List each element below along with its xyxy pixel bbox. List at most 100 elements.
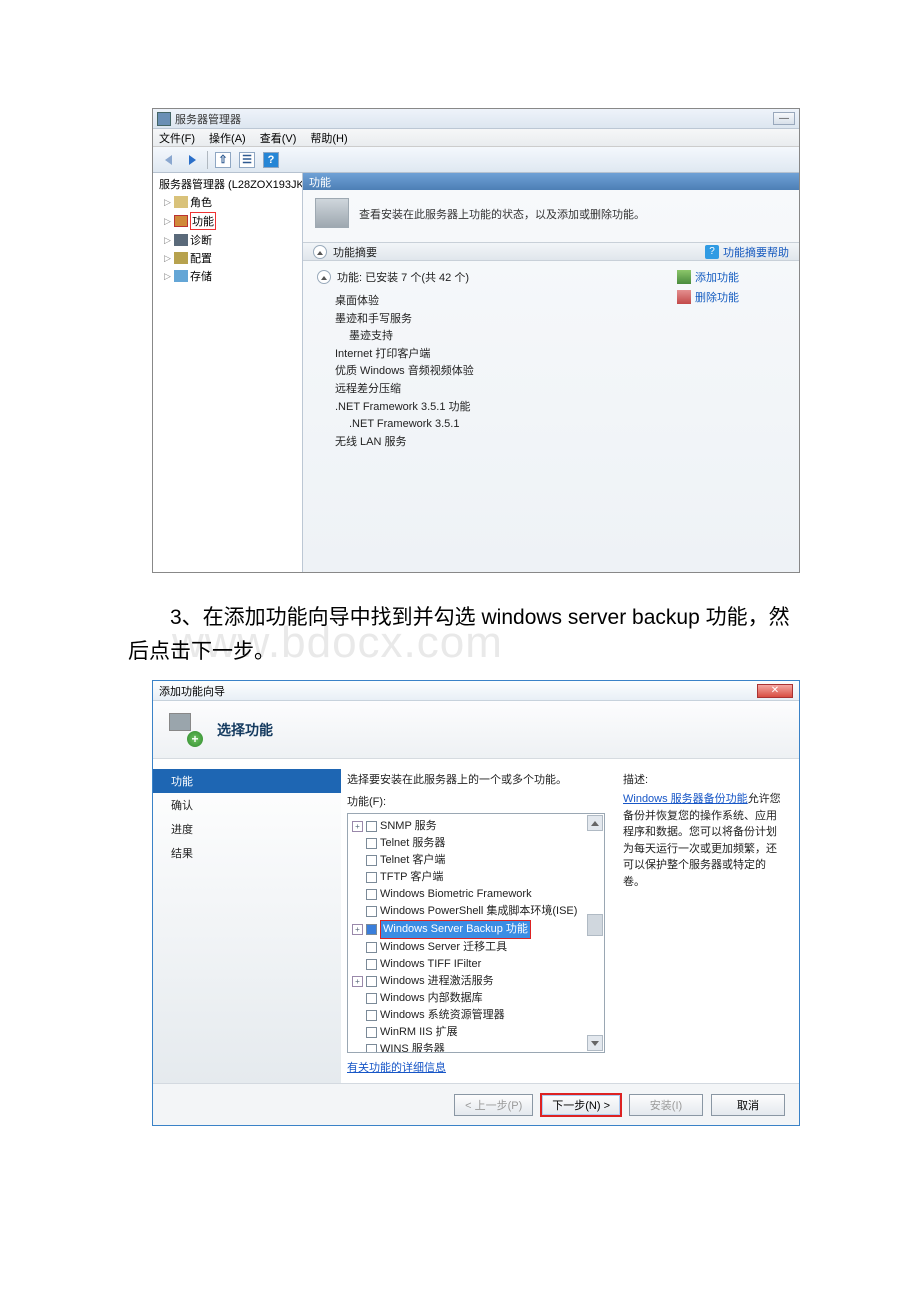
arrow-right-icon: [189, 155, 196, 165]
nav-back-button[interactable]: [157, 150, 179, 170]
collapse-icon[interactable]: [317, 270, 331, 284]
description-link[interactable]: Windows 服务器备份功能: [623, 793, 748, 805]
feature-label: Windows 系统资源管理器: [380, 1007, 505, 1024]
description-body: 允许您备份并恢复您的操作系统、应用程序和数据。您可以将备份计划为每天运行一次或更…: [623, 793, 781, 888]
wizard-step-results[interactable]: 结果: [153, 841, 341, 865]
server-manager-window: 服务器管理器 — 文件(F) 操作(A) 查看(V) 帮助(H) ⇧ ☰ ? 服…: [152, 108, 800, 573]
feature-label: Windows PowerShell 集成脚本环境(ISE): [380, 903, 577, 920]
properties-icon: ☰: [239, 152, 255, 168]
checkbox[interactable]: [366, 838, 377, 849]
feature-row-telnet-client[interactable]: Telnet 客户端: [350, 852, 602, 869]
menu-file[interactable]: 文件(F): [159, 130, 195, 146]
wizard-steps-sidebar: 功能 确认 进度 结果: [153, 759, 341, 1083]
remove-icon: [677, 290, 691, 304]
expand-icon[interactable]: ▷: [163, 197, 172, 208]
wizard-step-confirm[interactable]: 确认: [153, 793, 341, 817]
feature-row-telnet-server[interactable]: Telnet 服务器: [350, 835, 602, 852]
remove-feature-link[interactable]: 删除功能: [677, 289, 785, 305]
feature-item: Internet 打印客户端: [335, 346, 657, 364]
expand-icon[interactable]: ▷: [163, 235, 172, 246]
scroll-down-button[interactable]: [587, 1035, 603, 1051]
feature-label: Windows TIFF IFilter: [380, 956, 481, 973]
checkbox[interactable]: [366, 872, 377, 883]
feature-row-wsrm[interactable]: Windows 系统资源管理器: [350, 1007, 602, 1024]
tree-diagnostics[interactable]: ▷ 诊断: [155, 231, 300, 249]
window-titlebar[interactable]: 服务器管理器 —: [153, 109, 799, 129]
checkbox-checked[interactable]: [366, 924, 377, 935]
feature-label: Windows 进程激活服务: [380, 973, 494, 990]
checkbox[interactable]: [366, 855, 377, 866]
feature-label: Windows 内部数据库: [380, 990, 483, 1007]
feature-row-tiff[interactable]: Windows TIFF IFilter: [350, 956, 602, 973]
tree-storage[interactable]: ▷ 存储: [155, 267, 300, 285]
feature-row-winrm-iis[interactable]: WinRM IIS 扩展: [350, 1024, 602, 1041]
more-info-link[interactable]: 有关功能的详细信息: [347, 1059, 446, 1075]
checkbox[interactable]: [366, 1010, 377, 1021]
feature-row-tftp[interactable]: TFTP 客户端: [350, 869, 602, 886]
checkbox[interactable]: [366, 993, 377, 1004]
prev-button[interactable]: < 上一步(P): [454, 1094, 533, 1116]
summary-help-link[interactable]: ? 功能摘要帮助: [705, 244, 789, 260]
tree-configuration-label: 配置: [190, 250, 212, 266]
tree-features-label: 功能: [190, 212, 216, 230]
nav-forward-button[interactable]: [181, 150, 203, 170]
expand-icon[interactable]: +: [352, 924, 363, 935]
checkbox[interactable]: [366, 976, 377, 987]
scroll-thumb[interactable]: [587, 914, 603, 936]
close-button[interactable]: ✕: [757, 684, 793, 698]
expand-icon[interactable]: ▷: [163, 216, 172, 227]
wizard-step-progress[interactable]: 进度: [153, 817, 341, 841]
feature-row-server-backup[interactable]: +Windows Server Backup 功能: [350, 920, 602, 939]
menu-action[interactable]: 操作(A): [209, 130, 246, 146]
feature-row-wid[interactable]: Windows 内部数据库: [350, 990, 602, 1007]
expand-icon[interactable]: ▷: [163, 271, 172, 282]
features-tree[interactable]: +SNMP 服务 Telnet 服务器 Telnet 客户端 TFTP 客户端 …: [347, 813, 605, 1053]
tree-configuration[interactable]: ▷ 配置: [155, 249, 300, 267]
checkbox[interactable]: [366, 906, 377, 917]
feature-row-migration[interactable]: Windows Server 迁移工具: [350, 939, 602, 956]
toolbar-refresh-button[interactable]: ⇧: [212, 150, 234, 170]
add-icon: [677, 270, 691, 284]
content-header: 功能: [303, 173, 799, 190]
collapse-icon[interactable]: [313, 245, 327, 259]
summary-title: 功能摘要: [333, 244, 377, 260]
checkbox[interactable]: [366, 889, 377, 900]
wizard-title: 添加功能向导: [159, 683, 225, 699]
checkbox[interactable]: [366, 959, 377, 970]
checkbox[interactable]: [366, 1027, 377, 1038]
wizard-step-features[interactable]: 功能: [153, 769, 341, 793]
toolbar-separator: [207, 151, 208, 169]
feature-row-snmp[interactable]: +SNMP 服务: [350, 818, 602, 835]
installed-features-header: 功能: 已安装 7 个(共 42 个): [337, 269, 469, 285]
nav-tree[interactable]: 服务器管理器 (L28ZOX193JKXSTP ▷ 角色 ▷ 功能 ▷ 诊断 ▷…: [153, 173, 303, 572]
minimize-button[interactable]: —: [773, 112, 795, 125]
toolbar-properties-button[interactable]: ☰: [236, 150, 258, 170]
install-button[interactable]: 安装(I): [629, 1094, 703, 1116]
next-button[interactable]: 下一步(N) >: [541, 1094, 621, 1116]
menu-help[interactable]: 帮助(H): [310, 130, 347, 146]
feature-row-was[interactable]: + Windows 进程激活服务: [350, 973, 602, 990]
summary-bar[interactable]: 功能摘要 ? 功能摘要帮助: [303, 242, 799, 261]
feature-row-wins[interactable]: WINS 服务器: [350, 1041, 602, 1053]
scroll-up-button[interactable]: [587, 815, 603, 831]
feature-row-biometric[interactable]: Windows Biometric Framework: [350, 886, 602, 903]
tree-root[interactable]: 服务器管理器 (L28ZOX193JKXSTP: [155, 175, 300, 193]
expand-icon[interactable]: +: [352, 821, 363, 832]
expand-icon[interactable]: +: [352, 976, 363, 987]
expand-icon[interactable]: ▷: [163, 253, 172, 264]
window-controls: —: [773, 112, 795, 125]
wizard-footer: < 上一步(P) 下一步(N) > 安装(I) 取消: [153, 1083, 799, 1125]
add-feature-label: 添加功能: [695, 269, 739, 285]
tree-roles[interactable]: ▷ 角色: [155, 193, 300, 211]
wizard-titlebar[interactable]: 添加功能向导 ✕: [153, 681, 799, 701]
add-feature-link[interactable]: 添加功能: [677, 269, 785, 285]
feature-item: 桌面体验: [335, 293, 657, 311]
feature-row-powershell-ise[interactable]: Windows PowerShell 集成脚本环境(ISE): [350, 903, 602, 920]
cancel-button[interactable]: 取消: [711, 1094, 785, 1116]
toolbar-help-button[interactable]: ?: [260, 150, 282, 170]
checkbox[interactable]: [366, 942, 377, 953]
tree-features[interactable]: ▷ 功能: [155, 211, 300, 231]
checkbox[interactable]: [366, 821, 377, 832]
menu-view[interactable]: 查看(V): [260, 130, 297, 146]
checkbox[interactable]: [366, 1044, 377, 1053]
